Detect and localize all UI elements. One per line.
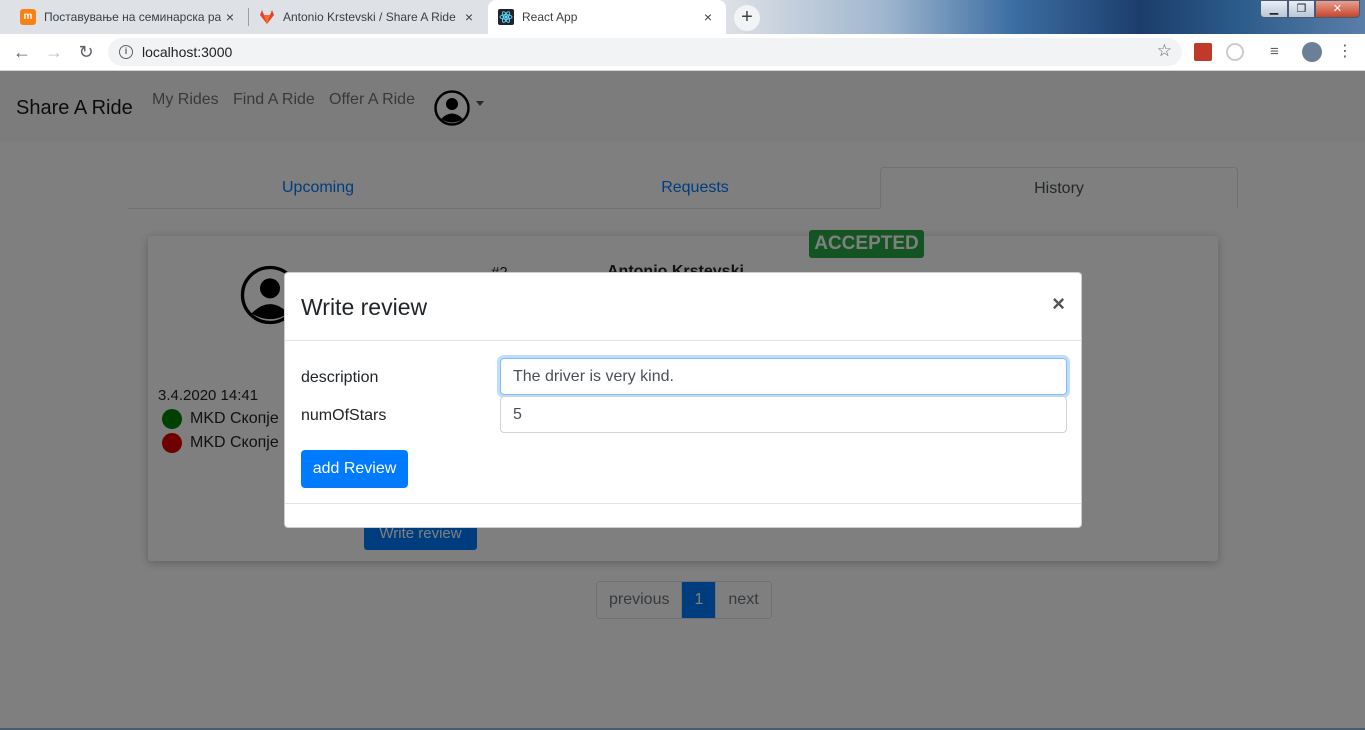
extension-icon[interactable] — [1226, 43, 1244, 61]
description-input[interactable]: The driver is very kind. — [500, 358, 1067, 395]
modal-title: Write review — [301, 294, 428, 320]
modal-header: Write review × — [285, 273, 1081, 341]
stars-label: numOfStars — [301, 407, 387, 424]
new-tab-button[interactable]: + — [734, 5, 760, 31]
tab-title: Поставување на семинарска ра — [44, 10, 222, 24]
browser-tab-react-app[interactable]: React App × — [488, 0, 726, 34]
tab-title: React App — [522, 10, 578, 24]
tab-title: Antonio Krstevski / Share A Ride — [283, 10, 456, 24]
gitlab-icon — [259, 9, 275, 25]
window-close-button[interactable]: ✕ — [1315, 0, 1360, 18]
moodle-icon: m — [20, 9, 36, 25]
react-icon — [498, 9, 514, 25]
description-label: description — [301, 369, 379, 386]
profile-avatar[interactable] — [1302, 42, 1322, 62]
reload-button[interactable]: ↻ — [74, 40, 98, 64]
stars-input[interactable]: 5 — [500, 396, 1067, 433]
forward-button[interactable]: → — [42, 40, 66, 64]
browser-tab-strip: m Поставување на семинарска ра × Antonio… — [0, 0, 1365, 34]
address-bar[interactable]: i localhost:3000 ☆ — [108, 38, 1182, 66]
add-review-button[interactable]: add Review — [301, 450, 408, 488]
menu-icon[interactable]: ⋮ — [1336, 43, 1354, 61]
browser-toolbar: ← → ↻ i localhost:3000 ☆ ≡ ⋮ — [0, 34, 1365, 71]
media-control-icon[interactable]: ≡ — [1270, 43, 1288, 61]
close-icon[interactable]: × — [461, 9, 477, 25]
close-icon[interactable]: × — [222, 9, 238, 25]
maximize-button[interactable]: ❐ — [1288, 0, 1315, 18]
window-controls: ▁ ❐ ✕ — [1260, 0, 1360, 18]
write-review-modal: Write review × description The driver is… — [284, 272, 1082, 528]
info-icon[interactable]: i — [119, 45, 133, 59]
close-icon[interactable]: × — [1052, 291, 1065, 317]
modal-footer-divider — [285, 503, 1081, 504]
extension-icon[interactable] — [1194, 43, 1212, 61]
minimize-button[interactable]: ▁ — [1260, 0, 1288, 18]
url-text[interactable]: localhost:3000 — [142, 44, 232, 60]
close-icon[interactable]: × — [700, 9, 716, 25]
back-button[interactable]: ← — [10, 40, 34, 64]
bookmark-star-icon[interactable]: ☆ — [1157, 41, 1172, 61]
browser-tab-gitlab[interactable]: Antonio Krstevski / Share A Ride × — [249, 0, 487, 34]
browser-tab-moodle[interactable]: m Поставување на семинарска ра × — [10, 0, 248, 34]
